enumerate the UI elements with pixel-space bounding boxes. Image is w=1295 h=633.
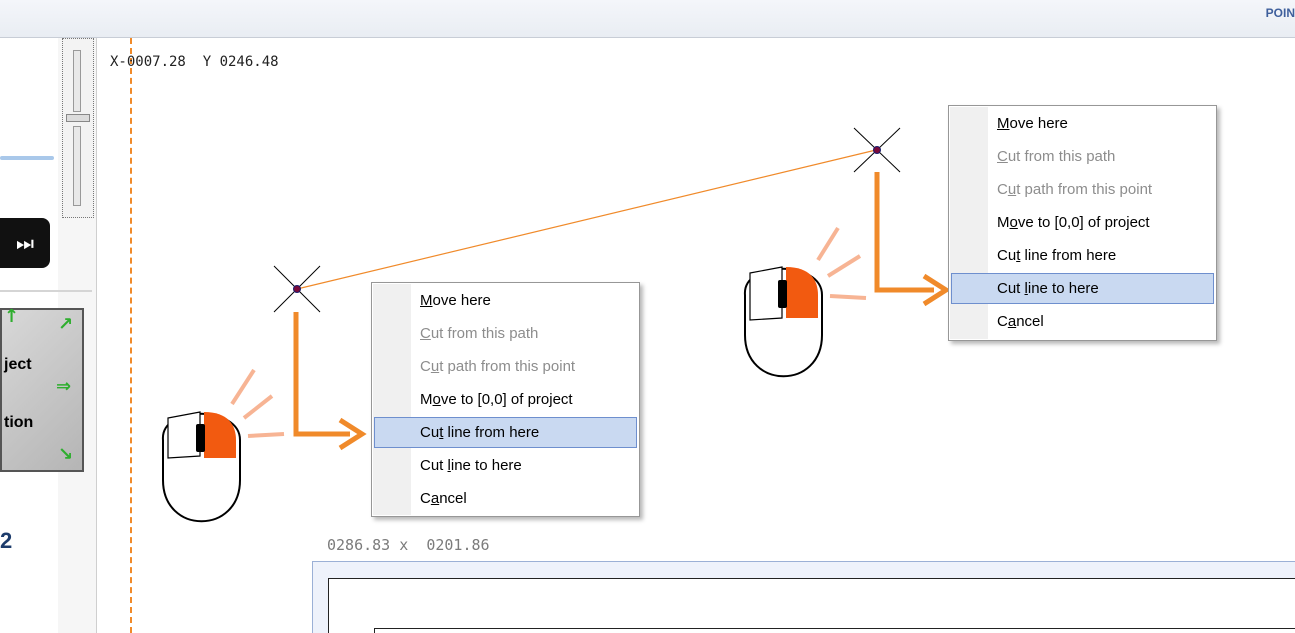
menu-item-text: C [420,490,431,507]
menu-item-text: line from here [1020,247,1117,264]
mouse-right-click-icon [161,368,285,523]
menu-item-text: M [420,391,433,408]
menu-item-text: C [420,358,431,375]
menu-item-mnemonic: M [997,115,1010,132]
menu-item-cut-line-to-here[interactable]: Cut line to here [374,450,637,481]
menu-item-text: C [997,181,1008,198]
menu-item-text: ut from this path [1007,148,1116,165]
menu-item-mnemonic: a [430,490,440,507]
menu-item-cut-line-from-here[interactable]: Cut line from here [951,240,1214,271]
menu-item-text: ine to here [1027,280,1099,297]
path-point-2[interactable] [853,127,901,173]
menu-item-cut-from-path[interactable]: Cut from this path [951,141,1214,172]
menu-item-move-to-origin[interactable]: Move to [0,0] of project [374,384,637,415]
menu-item-mnemonic: u [1007,181,1017,198]
menu-item-move-here[interactable]: Move here [374,285,637,316]
menu-item-move-to-origin[interactable]: Move to [0,0] of project [951,207,1214,238]
menu-item-text: Cut [997,280,1025,297]
menu-item-text: ve to [0,0] of project [440,391,573,408]
menu-item-mnemonic: o [432,391,441,408]
menu-item-text: ine to here [450,457,522,474]
menu-item-text: ncel [1016,313,1044,330]
menu-item-move-here[interactable]: Move here [951,108,1214,139]
context-menu-left: Move here Cut from this path Cut path from… [371,282,640,517]
menu-item-text: Cu [420,424,440,441]
menu-item-text: M [997,214,1010,231]
menu-item-mnemonic: o [1009,214,1018,231]
menu-item-cut-line-to-here[interactable]: Cut line to here [951,273,1214,304]
menu-item-text: Cu [997,247,1017,264]
menu-item-cut-path-from-point[interactable]: Cut path from this point [951,174,1214,205]
menu-item-text: ve to [0,0] of project [1017,214,1150,231]
menu-item-cut-path-from-point[interactable]: Cut path from this point [374,351,637,382]
menu-item-text: Cut [420,457,448,474]
menu-item-cut-line-from-here[interactable]: Cut line from here [374,417,637,448]
menu-item-mnemonic: C [997,148,1008,165]
menu-item-cancel[interactable]: Cancel [951,306,1214,337]
menu-item-text: ove here [432,292,491,309]
menu-item-text: t path from this point [439,358,576,375]
context-menu-right: Move here Cut from this path Cut path from… [948,105,1217,341]
menu-item-text: ove here [1009,115,1068,132]
app-window: POIN ⏭ ↗ ↑ ject ⇒ tion ↘ 2 X-0007.28 Y 0… [0,0,1295,633]
menu-item-text: C [997,313,1008,330]
path-point-1[interactable] [273,265,321,313]
menu-item-cancel[interactable]: Cancel [374,483,637,514]
menu-item-cut-from-path[interactable]: Cut from this path [374,318,637,349]
menu-item-text: ncel [439,490,467,507]
mouse-right-click-icon [743,226,867,378]
menu-item-text: line from here [443,424,540,441]
guide-arrow-right [874,172,951,307]
menu-item-mnemonic: C [420,325,431,342]
menu-item-text: t path from this point [1016,181,1153,198]
guide-arrow-left [293,312,367,451]
menu-item-text: ut from this path [430,325,539,342]
menu-item-mnemonic: a [1007,313,1017,330]
menu-item-mnemonic: u [430,358,440,375]
menu-item-mnemonic: M [420,292,433,309]
